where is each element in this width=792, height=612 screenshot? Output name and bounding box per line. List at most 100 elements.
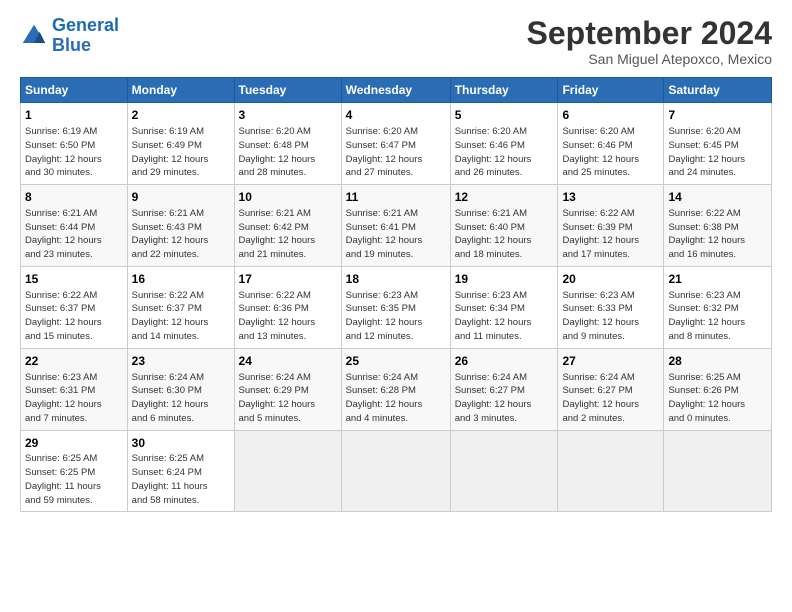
day-number: 1 bbox=[25, 107, 123, 124]
logo-icon bbox=[20, 22, 48, 50]
day-number: 8 bbox=[25, 189, 123, 206]
day-info: Sunrise: 6:25 AM Sunset: 6:24 PM Dayligh… bbox=[132, 452, 230, 507]
calendar-cell: 19Sunrise: 6:23 AM Sunset: 6:34 PM Dayli… bbox=[450, 266, 558, 348]
day-number: 29 bbox=[25, 435, 123, 452]
calendar-cell: 16Sunrise: 6:22 AM Sunset: 6:37 PM Dayli… bbox=[127, 266, 234, 348]
calendar-cell: 18Sunrise: 6:23 AM Sunset: 6:35 PM Dayli… bbox=[341, 266, 450, 348]
day-number: 18 bbox=[346, 271, 446, 288]
calendar-cell bbox=[664, 430, 772, 512]
weekday-header-friday: Friday bbox=[558, 78, 664, 103]
day-info: Sunrise: 6:22 AM Sunset: 6:37 PM Dayligh… bbox=[132, 289, 230, 344]
day-info: Sunrise: 6:22 AM Sunset: 6:37 PM Dayligh… bbox=[25, 289, 123, 344]
calendar-cell: 15Sunrise: 6:22 AM Sunset: 6:37 PM Dayli… bbox=[21, 266, 128, 348]
calendar-cell: 12Sunrise: 6:21 AM Sunset: 6:40 PM Dayli… bbox=[450, 185, 558, 267]
day-number: 19 bbox=[455, 271, 554, 288]
day-number: 5 bbox=[455, 107, 554, 124]
calendar-cell: 23Sunrise: 6:24 AM Sunset: 6:30 PM Dayli… bbox=[127, 348, 234, 430]
calendar-cell: 25Sunrise: 6:24 AM Sunset: 6:28 PM Dayli… bbox=[341, 348, 450, 430]
day-info: Sunrise: 6:22 AM Sunset: 6:39 PM Dayligh… bbox=[562, 207, 659, 262]
day-number: 24 bbox=[239, 353, 337, 370]
day-info: Sunrise: 6:25 AM Sunset: 6:25 PM Dayligh… bbox=[25, 452, 123, 507]
day-number: 25 bbox=[346, 353, 446, 370]
day-info: Sunrise: 6:21 AM Sunset: 6:43 PM Dayligh… bbox=[132, 207, 230, 262]
day-info: Sunrise: 6:25 AM Sunset: 6:26 PM Dayligh… bbox=[668, 371, 767, 426]
day-info: Sunrise: 6:23 AM Sunset: 6:34 PM Dayligh… bbox=[455, 289, 554, 344]
day-number: 30 bbox=[132, 435, 230, 452]
day-number: 13 bbox=[562, 189, 659, 206]
week-row-1: 1Sunrise: 6:19 AM Sunset: 6:50 PM Daylig… bbox=[21, 103, 772, 185]
day-info: Sunrise: 6:24 AM Sunset: 6:30 PM Dayligh… bbox=[132, 371, 230, 426]
day-info: Sunrise: 6:24 AM Sunset: 6:27 PM Dayligh… bbox=[562, 371, 659, 426]
weekday-header-monday: Monday bbox=[127, 78, 234, 103]
weekday-header-saturday: Saturday bbox=[664, 78, 772, 103]
day-info: Sunrise: 6:22 AM Sunset: 6:36 PM Dayligh… bbox=[239, 289, 337, 344]
calendar-cell: 13Sunrise: 6:22 AM Sunset: 6:39 PM Dayli… bbox=[558, 185, 664, 267]
calendar-cell bbox=[234, 430, 341, 512]
calendar-cell bbox=[450, 430, 558, 512]
week-row-5: 29Sunrise: 6:25 AM Sunset: 6:25 PM Dayli… bbox=[21, 430, 772, 512]
day-info: Sunrise: 6:22 AM Sunset: 6:38 PM Dayligh… bbox=[668, 207, 767, 262]
day-info: Sunrise: 6:24 AM Sunset: 6:28 PM Dayligh… bbox=[346, 371, 446, 426]
week-row-2: 8Sunrise: 6:21 AM Sunset: 6:44 PM Daylig… bbox=[21, 185, 772, 267]
calendar-cell bbox=[558, 430, 664, 512]
calendar-cell: 10Sunrise: 6:21 AM Sunset: 6:42 PM Dayli… bbox=[234, 185, 341, 267]
page: General Blue September 2024 San Miguel A… bbox=[0, 0, 792, 612]
day-info: Sunrise: 6:23 AM Sunset: 6:31 PM Dayligh… bbox=[25, 371, 123, 426]
day-number: 2 bbox=[132, 107, 230, 124]
weekday-header-wednesday: Wednesday bbox=[341, 78, 450, 103]
day-info: Sunrise: 6:24 AM Sunset: 6:27 PM Dayligh… bbox=[455, 371, 554, 426]
calendar-cell: 30Sunrise: 6:25 AM Sunset: 6:24 PM Dayli… bbox=[127, 430, 234, 512]
week-row-4: 22Sunrise: 6:23 AM Sunset: 6:31 PM Dayli… bbox=[21, 348, 772, 430]
day-number: 15 bbox=[25, 271, 123, 288]
day-info: Sunrise: 6:20 AM Sunset: 6:46 PM Dayligh… bbox=[455, 125, 554, 180]
calendar-body: 1Sunrise: 6:19 AM Sunset: 6:50 PM Daylig… bbox=[21, 103, 772, 512]
day-number: 14 bbox=[668, 189, 767, 206]
location: San Miguel Atepoxco, Mexico bbox=[527, 51, 772, 67]
day-info: Sunrise: 6:19 AM Sunset: 6:50 PM Dayligh… bbox=[25, 125, 123, 180]
calendar-cell: 4Sunrise: 6:20 AM Sunset: 6:47 PM Daylig… bbox=[341, 103, 450, 185]
calendar-cell: 6Sunrise: 6:20 AM Sunset: 6:46 PM Daylig… bbox=[558, 103, 664, 185]
calendar-cell bbox=[341, 430, 450, 512]
logo: General Blue bbox=[20, 16, 119, 56]
calendar-cell: 2Sunrise: 6:19 AM Sunset: 6:49 PM Daylig… bbox=[127, 103, 234, 185]
day-number: 26 bbox=[455, 353, 554, 370]
day-number: 28 bbox=[668, 353, 767, 370]
calendar-cell: 7Sunrise: 6:20 AM Sunset: 6:45 PM Daylig… bbox=[664, 103, 772, 185]
calendar-cell: 11Sunrise: 6:21 AM Sunset: 6:41 PM Dayli… bbox=[341, 185, 450, 267]
day-number: 3 bbox=[239, 107, 337, 124]
day-number: 11 bbox=[346, 189, 446, 206]
calendar-cell: 28Sunrise: 6:25 AM Sunset: 6:26 PM Dayli… bbox=[664, 348, 772, 430]
logo-line2: Blue bbox=[52, 35, 91, 55]
day-info: Sunrise: 6:21 AM Sunset: 6:44 PM Dayligh… bbox=[25, 207, 123, 262]
day-number: 17 bbox=[239, 271, 337, 288]
day-number: 16 bbox=[132, 271, 230, 288]
weekday-header-tuesday: Tuesday bbox=[234, 78, 341, 103]
day-info: Sunrise: 6:20 AM Sunset: 6:48 PM Dayligh… bbox=[239, 125, 337, 180]
weekday-row: SundayMondayTuesdayWednesdayThursdayFrid… bbox=[21, 78, 772, 103]
weekday-header-sunday: Sunday bbox=[21, 78, 128, 103]
day-number: 27 bbox=[562, 353, 659, 370]
day-number: 10 bbox=[239, 189, 337, 206]
calendar-cell: 1Sunrise: 6:19 AM Sunset: 6:50 PM Daylig… bbox=[21, 103, 128, 185]
logo-text: General Blue bbox=[52, 16, 119, 56]
day-number: 22 bbox=[25, 353, 123, 370]
header: General Blue September 2024 San Miguel A… bbox=[20, 16, 772, 67]
day-number: 6 bbox=[562, 107, 659, 124]
day-info: Sunrise: 6:19 AM Sunset: 6:49 PM Dayligh… bbox=[132, 125, 230, 180]
day-number: 7 bbox=[668, 107, 767, 124]
calendar-table: SundayMondayTuesdayWednesdayThursdayFrid… bbox=[20, 77, 772, 512]
day-info: Sunrise: 6:20 AM Sunset: 6:45 PM Dayligh… bbox=[668, 125, 767, 180]
calendar-cell: 17Sunrise: 6:22 AM Sunset: 6:36 PM Dayli… bbox=[234, 266, 341, 348]
calendar-cell: 14Sunrise: 6:22 AM Sunset: 6:38 PM Dayli… bbox=[664, 185, 772, 267]
day-number: 20 bbox=[562, 271, 659, 288]
day-info: Sunrise: 6:21 AM Sunset: 6:42 PM Dayligh… bbox=[239, 207, 337, 262]
logo-line1: General bbox=[52, 15, 119, 35]
day-number: 4 bbox=[346, 107, 446, 124]
calendar-cell: 9Sunrise: 6:21 AM Sunset: 6:43 PM Daylig… bbox=[127, 185, 234, 267]
calendar-cell: 26Sunrise: 6:24 AM Sunset: 6:27 PM Dayli… bbox=[450, 348, 558, 430]
day-info: Sunrise: 6:20 AM Sunset: 6:47 PM Dayligh… bbox=[346, 125, 446, 180]
day-info: Sunrise: 6:21 AM Sunset: 6:40 PM Dayligh… bbox=[455, 207, 554, 262]
week-row-3: 15Sunrise: 6:22 AM Sunset: 6:37 PM Dayli… bbox=[21, 266, 772, 348]
calendar-cell: 5Sunrise: 6:20 AM Sunset: 6:46 PM Daylig… bbox=[450, 103, 558, 185]
calendar-cell: 8Sunrise: 6:21 AM Sunset: 6:44 PM Daylig… bbox=[21, 185, 128, 267]
